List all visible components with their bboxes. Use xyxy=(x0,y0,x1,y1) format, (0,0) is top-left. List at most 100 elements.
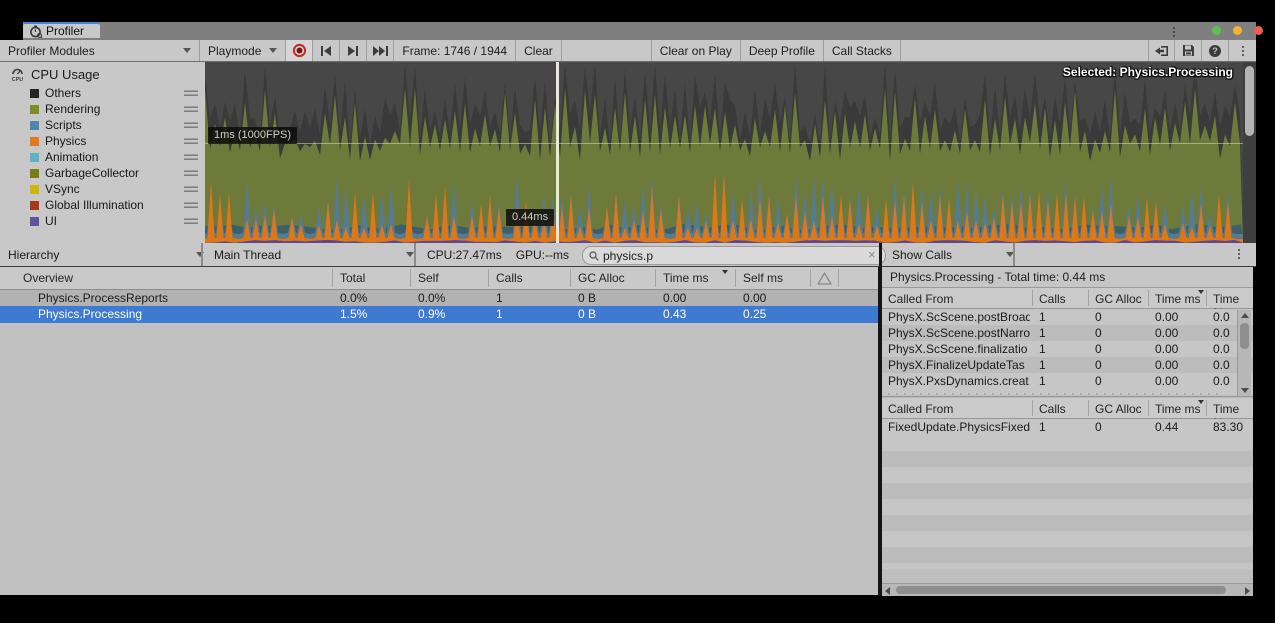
callee-row[interactable]: PhysX.ScScene.postBroad100.000.0 xyxy=(882,309,1253,325)
column-overview[interactable]: Overview xyxy=(23,271,73,285)
warning-column-icon[interactable] xyxy=(817,272,832,285)
tab-profiler[interactable]: Profiler xyxy=(23,22,100,38)
cpu-usage-header[interactable]: CPU CPU Usage xyxy=(0,62,205,85)
callee-row[interactable]: PhysX.ScScene.postNarro100.000.0 xyxy=(882,325,1253,341)
legend-item-vsync[interactable]: VSync xyxy=(0,181,205,197)
column-gc-alloc[interactable]: GC Alloc xyxy=(1095,292,1142,306)
legend-drag-handle[interactable] xyxy=(184,90,198,98)
cell-pct: 83.30 xyxy=(1213,419,1253,435)
current-frame-button[interactable] xyxy=(367,40,394,61)
window-control-red[interactable] xyxy=(1254,26,1263,35)
column-called-from[interactable]: Called From xyxy=(888,292,953,306)
legend-drag-handle[interactable] xyxy=(184,170,198,178)
playmode-label: Playmode xyxy=(208,44,261,58)
legend-item-ui[interactable]: UI xyxy=(0,213,205,229)
cell-calls: 1 xyxy=(1039,325,1084,341)
legend-item-physics[interactable]: Physics xyxy=(0,133,205,149)
scroll-right-icon[interactable] xyxy=(1245,587,1250,595)
legend-drag-handle[interactable] xyxy=(184,106,198,114)
toolbar-menu-button[interactable] xyxy=(1229,40,1256,61)
column-calls[interactable]: Calls xyxy=(1039,402,1066,416)
cell-gc: 0 xyxy=(1095,419,1145,435)
callee-row[interactable]: PhysX.ScScene.finalizatio100.000.0 xyxy=(882,341,1253,357)
column-time-ms[interactable]: Time ms xyxy=(1155,402,1201,416)
callee-row[interactable]: PhysX.FinalizeUpdateTas100.000.0 xyxy=(882,357,1253,373)
legend-drag-handle[interactable] xyxy=(184,202,198,210)
legend-drag-handle[interactable] xyxy=(184,186,198,194)
target-selection-dropdown[interactable]: Playmode xyxy=(200,40,286,61)
legend-label: Animation xyxy=(45,150,98,164)
thread-dropdown[interactable]: Main Thread xyxy=(214,243,281,266)
scroll-up-icon[interactable] xyxy=(1241,313,1249,318)
legend-drag-handle[interactable] xyxy=(184,218,198,226)
legend-drag-handle[interactable] xyxy=(184,122,198,130)
detail-view-dropdown[interactable]: Show Calls xyxy=(892,243,952,266)
legend-item-scripts[interactable]: Scripts xyxy=(0,117,205,133)
table-row-physics-processing-selected[interactable]: Physics.Processing 1.5% 0.9% 1 0 B 0.43 … xyxy=(0,306,878,323)
profiler-modules-dropdown[interactable]: Profiler Modules xyxy=(0,40,200,61)
load-profile-button[interactable] xyxy=(1148,40,1175,61)
tab-profiler-label: Profiler xyxy=(46,24,84,38)
chart-scrollbar[interactable] xyxy=(1243,62,1256,243)
chart-scrollbar-thumb[interactable] xyxy=(1245,66,1254,136)
column-self-ms[interactable]: Self ms xyxy=(743,271,783,285)
window-control-yellow[interactable] xyxy=(1233,26,1242,35)
cpu-icon: CPU xyxy=(10,67,25,82)
column-gc-alloc[interactable]: GC Alloc xyxy=(1095,402,1142,416)
legend-item-animation[interactable]: Animation xyxy=(0,149,205,165)
legend-label: Others xyxy=(45,86,81,100)
legend-drag-handle[interactable] xyxy=(184,154,198,162)
scroll-down-icon[interactable] xyxy=(1241,388,1249,393)
legend-drag-handle[interactable] xyxy=(184,138,198,146)
scroll-left-icon[interactable] xyxy=(885,587,890,595)
legend-item-global-illumination[interactable]: Global Illumination xyxy=(0,197,205,213)
column-time-ms[interactable]: Time ms xyxy=(663,271,709,285)
callees-vscrollbar[interactable] xyxy=(1237,310,1251,396)
callee-row[interactable]: PhysX.PxsDynamics.creat100.000.0 xyxy=(882,373,1253,389)
view-mode-dropdown[interactable]: Hierarchy xyxy=(8,243,59,266)
column-gc-alloc[interactable]: GC Alloc xyxy=(578,271,625,285)
caller-row[interactable]: FixedUpdate.PhysicsFixed100.4483.30 xyxy=(882,419,1253,435)
table-row-physics-processreports[interactable]: Physics.ProcessReports 0.0% 0.0% 1 0 B 0… xyxy=(0,290,878,306)
prev-frame-button[interactable] xyxy=(313,40,340,61)
record-button[interactable] xyxy=(286,40,313,61)
search-input[interactable] xyxy=(603,249,843,263)
clear-label: Clear xyxy=(524,44,553,58)
window-menu-icon[interactable] xyxy=(1172,27,1175,37)
save-profile-button[interactable] xyxy=(1175,40,1202,61)
next-frame-icon xyxy=(347,46,359,56)
legend-swatch xyxy=(30,105,39,114)
column-self[interactable]: Self xyxy=(418,271,439,285)
column-called-from[interactable]: Called From xyxy=(888,402,953,416)
column-calls[interactable]: Calls xyxy=(496,271,523,285)
cpu-chart-svg[interactable] xyxy=(205,62,1243,243)
search-clear-icon[interactable]: × xyxy=(868,247,876,262)
row-gc: 0 B xyxy=(578,306,596,323)
vscrollbar-thumb[interactable] xyxy=(1240,323,1249,349)
deep-profile-toggle[interactable]: Deep Profile xyxy=(741,40,824,61)
column-time-ms[interactable]: Time ms xyxy=(1155,292,1201,306)
cell-gc: 0 xyxy=(1095,357,1145,373)
hscrollbar-thumb[interactable] xyxy=(896,586,1226,594)
legend-item-others[interactable]: Others xyxy=(0,85,205,101)
thread-bar: Hierarchy Main Thread CPU:27.47ms GPU:--… xyxy=(0,243,1256,267)
cpu-chart[interactable]: 1ms (1000FPS) 0.44ms Selected: Physics.P… xyxy=(205,62,1243,243)
column-total[interactable]: Total xyxy=(340,271,365,285)
clear-on-play-toggle[interactable]: Clear on Play xyxy=(652,40,741,61)
pane-menu-icon[interactable] xyxy=(1237,249,1240,259)
column-calls[interactable]: Calls xyxy=(1039,292,1066,306)
row-self-ms: 0.25 xyxy=(743,306,766,323)
clear-button[interactable]: Clear xyxy=(516,40,562,61)
view-mode-label: Hierarchy xyxy=(8,248,59,262)
clipped-row xyxy=(882,389,1253,395)
help-button[interactable]: ? xyxy=(1202,40,1229,61)
legend-item-rendering[interactable]: Rendering xyxy=(0,101,205,117)
search-field[interactable] xyxy=(582,246,886,265)
legend-item-garbagecollector[interactable]: GarbageCollector xyxy=(0,165,205,181)
window-control-green[interactable] xyxy=(1212,26,1221,35)
next-frame-button[interactable] xyxy=(340,40,367,61)
call-stacks-toggle[interactable]: Call Stacks xyxy=(824,40,901,61)
selected-sample-label: Selected: Physics.Processing xyxy=(1063,66,1233,79)
callers-hscrollbar[interactable] xyxy=(882,583,1253,596)
cell-time: 0.00 xyxy=(1155,373,1203,389)
